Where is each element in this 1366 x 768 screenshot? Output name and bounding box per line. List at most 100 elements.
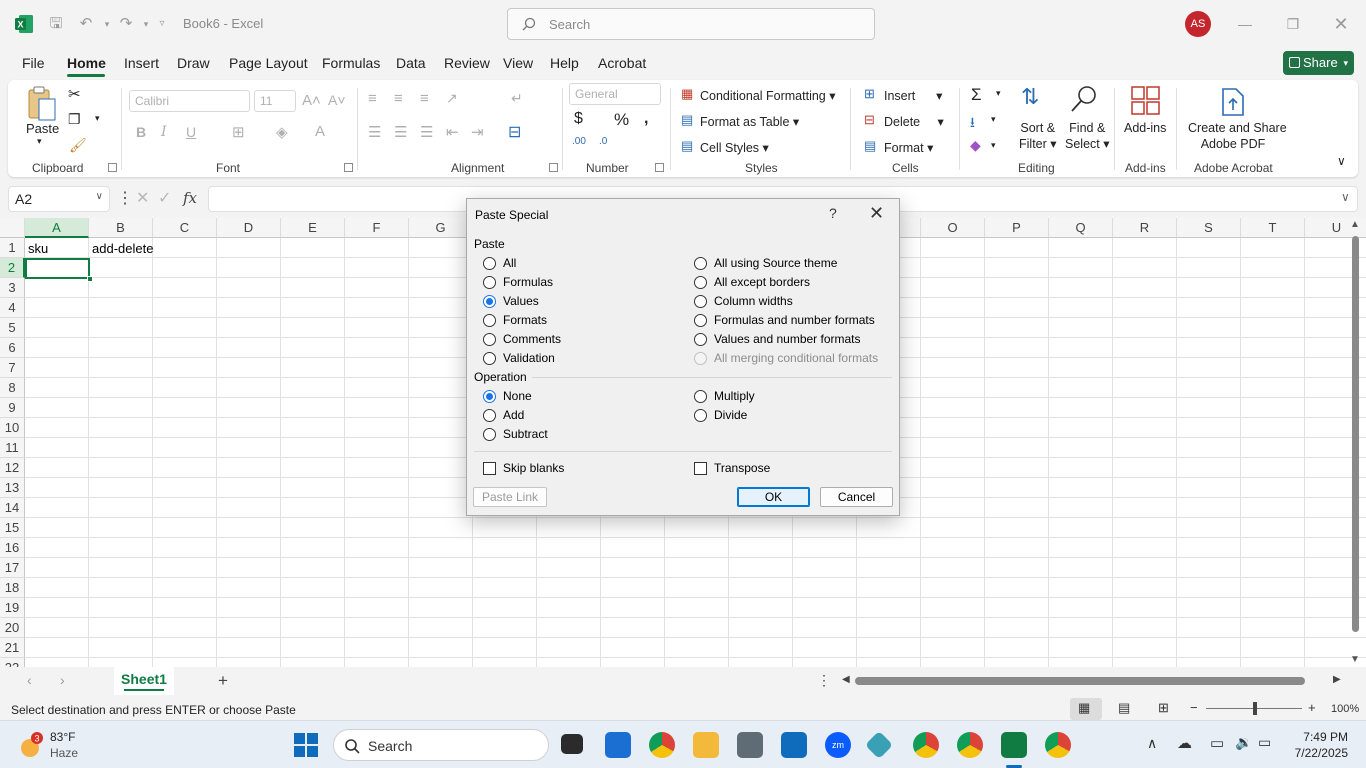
tab-home[interactable]: Home xyxy=(67,55,106,71)
row-header[interactable]: 10 xyxy=(0,418,25,438)
row-header[interactable]: 20 xyxy=(0,618,25,638)
more-options-icon[interactable]: ⋮ xyxy=(117,188,133,208)
percent-icon[interactable]: % xyxy=(614,110,629,130)
confirm-entry-icon[interactable]: ✓ xyxy=(158,188,171,208)
row-header[interactable]: 15 xyxy=(0,518,25,538)
column-header[interactable]: A xyxy=(25,218,89,238)
orientation-icon[interactable]: ↗ xyxy=(446,90,458,107)
maximize-icon[interactable]: ❐ xyxy=(1281,12,1305,36)
paste-link-button[interactable]: Paste Link xyxy=(473,487,547,507)
increase-indent-icon[interactable]: ⇥ xyxy=(471,123,484,141)
excel-taskbar-icon[interactable] xyxy=(1001,732,1027,758)
fill-handle[interactable] xyxy=(87,276,93,282)
number-launcher-icon[interactable] xyxy=(655,163,664,172)
autosum-icon[interactable]: Σ xyxy=(971,85,982,105)
paste-icon[interactable] xyxy=(26,85,58,123)
active-cell-border[interactable] xyxy=(25,258,90,279)
vertical-scroll-thumb[interactable] xyxy=(1352,236,1359,632)
scroll-right-icon[interactable]: ▶ xyxy=(1333,674,1341,685)
comma-style-icon[interactable]: , xyxy=(644,110,648,128)
scroll-up-icon[interactable]: ▲ xyxy=(1350,219,1360,230)
align-top-icon[interactable]: ≡ xyxy=(368,90,377,107)
copy-icon[interactable]: ❐ xyxy=(68,111,81,128)
page-layout-view-icon[interactable]: ▤ xyxy=(1118,700,1130,716)
decrease-indent-icon[interactable]: ⇤ xyxy=(446,123,459,141)
paste-dropdown-icon[interactable]: ▾ xyxy=(37,136,42,147)
find-select-button[interactable]: Find & Select ▾ xyxy=(1065,120,1110,152)
alignment-launcher-icon[interactable] xyxy=(549,163,558,172)
tab-review[interactable]: Review xyxy=(444,55,490,71)
name-box[interactable]: A2 ∨ xyxy=(8,186,110,212)
row-header[interactable]: 1 xyxy=(0,238,25,258)
app-icon[interactable] xyxy=(864,730,894,760)
page-break-view-icon[interactable]: ⊞ xyxy=(1158,700,1169,716)
tab-view[interactable]: View xyxy=(503,55,533,71)
network-icon[interactable]: ☁ xyxy=(1177,734,1192,752)
cut-icon[interactable]: ✂ xyxy=(68,85,81,103)
row-header[interactable]: 19 xyxy=(0,598,25,618)
align-bottom-icon[interactable]: ≡ xyxy=(420,90,429,107)
column-header[interactable]: T xyxy=(1241,218,1305,238)
align-right-icon[interactable]: ☰ xyxy=(420,123,433,141)
borders-icon[interactable]: ⊞ xyxy=(232,123,245,141)
task-view-icon[interactable] xyxy=(561,734,583,754)
fill-color-icon[interactable]: ◈ xyxy=(276,123,288,141)
cell-styles-button[interactable]: Cell Styles ▾ xyxy=(700,140,769,155)
scroll-left-icon[interactable]: ◀ xyxy=(842,674,850,685)
row-header[interactable]: 9 xyxy=(0,398,25,418)
format-painter-icon[interactable]: 🖌 xyxy=(69,137,87,154)
cell-b1[interactable]: add-delete xyxy=(92,241,153,256)
fill-dropdown-icon[interactable]: ▾ xyxy=(991,114,996,125)
avatar[interactable]: AS xyxy=(1185,11,1211,37)
column-header[interactable]: S xyxy=(1177,218,1241,238)
column-header[interactable]: G xyxy=(409,218,473,238)
column-header[interactable]: Q xyxy=(1049,218,1113,238)
row-header[interactable]: 13 xyxy=(0,478,25,498)
zoom-level[interactable]: 100% xyxy=(1331,703,1359,715)
number-format-select[interactable]: General xyxy=(569,83,661,105)
store-icon[interactable] xyxy=(605,732,631,758)
tab-acrobat[interactable]: Acrobat xyxy=(598,55,646,71)
cancel-button[interactable]: Cancel xyxy=(820,487,893,507)
scroll-down-icon[interactable]: ▼ xyxy=(1350,654,1360,665)
zoom-slider-knob[interactable] xyxy=(1253,702,1257,715)
show-hidden-icons-icon[interactable]: ∧ xyxy=(1147,735,1157,752)
font-name-select[interactable]: Calibri xyxy=(129,90,250,112)
collapse-ribbon-icon[interactable]: ∨ xyxy=(1337,154,1346,168)
tab-insert[interactable]: Insert xyxy=(124,55,159,71)
taskbar-search[interactable]: Search xyxy=(333,729,549,761)
next-sheet-icon[interactable]: › xyxy=(60,672,65,688)
windows-start-icon[interactable] xyxy=(294,733,318,757)
outlook-icon[interactable] xyxy=(781,732,807,758)
help-icon[interactable]: ? xyxy=(829,205,837,221)
redo-icon[interactable]: ↷ xyxy=(116,14,136,34)
clock-date[interactable]: 7/22/2025 xyxy=(1280,746,1348,760)
file-explorer-icon[interactable] xyxy=(693,732,719,758)
column-header[interactable]: R xyxy=(1113,218,1177,238)
wrap-text-icon[interactable]: ↵ xyxy=(511,90,523,107)
search-input[interactable]: Search xyxy=(507,8,875,40)
row-header[interactable]: 3 xyxy=(0,278,25,298)
increase-font-icon[interactable]: A˄ xyxy=(302,92,321,109)
row-header[interactable]: 7 xyxy=(0,358,25,378)
column-header[interactable]: D xyxy=(217,218,281,238)
expand-formula-icon[interactable]: ∨ xyxy=(1341,190,1350,204)
display-icon[interactable]: ▭ xyxy=(1210,734,1224,752)
decrease-font-icon[interactable]: A˅ xyxy=(328,92,346,108)
close-icon[interactable]: ✕ xyxy=(869,203,884,224)
row-header[interactable]: 2 xyxy=(0,258,25,278)
row-header[interactable]: 5 xyxy=(0,318,25,338)
undo-dropdown-icon[interactable]: ▾ xyxy=(97,14,117,34)
tab-formulas[interactable]: Formulas xyxy=(322,55,380,71)
tab-page-layout[interactable]: Page Layout xyxy=(229,55,308,71)
tab-draw[interactable]: Draw xyxy=(177,55,210,71)
zoom-app-icon[interactable]: zm xyxy=(825,732,851,758)
cell-a1[interactable]: sku xyxy=(28,241,48,256)
column-header[interactable]: E xyxy=(281,218,345,238)
fill-icon[interactable]: ⭳ xyxy=(970,112,975,136)
undo-icon[interactable]: ↶ xyxy=(76,14,96,34)
row-header[interactable]: 14 xyxy=(0,498,25,518)
prev-sheet-icon[interactable]: ‹ xyxy=(27,672,32,688)
font-size-select[interactable]: 11 xyxy=(254,90,296,112)
delete-cells-button[interactable]: Delete ▾ xyxy=(884,114,944,129)
